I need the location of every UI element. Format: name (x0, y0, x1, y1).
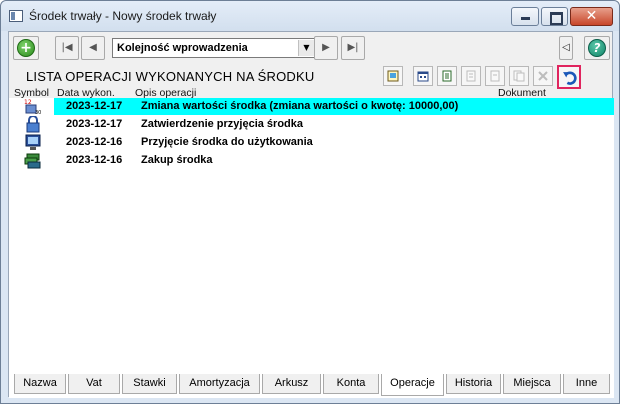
previous-record-button[interactable]: ◀ (81, 36, 105, 60)
document-add-icon (442, 70, 452, 82)
copy-operation-button[interactable] (509, 66, 529, 86)
delete-operation-button[interactable] (533, 66, 553, 86)
sort-order-select[interactable]: Kolejność wprowadzenia ▼ (112, 38, 316, 58)
document-copy-icon (513, 70, 525, 82)
close-button[interactable]: ✕ (570, 7, 613, 26)
maximize-button[interactable] (541, 7, 568, 26)
monitor-icon (25, 134, 41, 150)
tab-nazwa[interactable]: Nazwa (14, 374, 66, 394)
window-icon (9, 10, 23, 22)
plus-icon: + (17, 39, 35, 57)
sort-order-value: Kolejność wprowadzenia (117, 42, 248, 54)
tab-historia[interactable]: Historia (446, 374, 501, 394)
lock-icon (26, 116, 40, 133)
list-item[interactable]: 2023-12-16 Przyjęcie środka do użytkowan… (25, 134, 614, 151)
undo-operation-button[interactable] (557, 65, 581, 89)
document-edit-icon (466, 70, 476, 82)
preview-icon (387, 70, 399, 82)
operation-description: Przyjęcie środka do użytkowania (141, 136, 313, 148)
view-operation-button[interactable] (485, 66, 505, 86)
window: Środek trwały - Nowy środek trwały ✕ + |… (0, 0, 620, 404)
chevron-down-icon[interactable]: ▼ (298, 40, 314, 56)
tab-amortyzacja[interactable]: Amortyzacja (179, 374, 260, 394)
value-change-icon: 1230 (24, 99, 41, 115)
triangle-left-icon: ◁ (562, 42, 570, 53)
operation-description: Zmiana wartości środka (zmiana wartości … (141, 100, 459, 112)
collapse-button[interactable]: ◁ (559, 36, 573, 60)
preview-operation-button[interactable] (383, 66, 403, 86)
operation-date: 2023-12-16 (66, 154, 123, 166)
tab-vat[interactable]: Vat (68, 374, 120, 394)
client-area: + |◀ ◀ Kolejność wprowadzenia ▼ ▶ ▶| ◁ ?… (8, 31, 614, 398)
add-operation-button[interactable] (437, 66, 457, 86)
calendar-icon (417, 71, 429, 82)
window-title: Środek trwały - Nowy środek trwały (29, 9, 217, 23)
first-record-button[interactable]: |◀ (55, 36, 79, 60)
document-view-icon (490, 70, 500, 82)
svg-text:30: 30 (35, 110, 41, 115)
money-icon (24, 153, 41, 169)
minimize-button[interactable] (511, 7, 539, 26)
help-button[interactable]: ? (584, 36, 610, 60)
operation-description: Zatwierdzenie przyjęcia środka (141, 118, 304, 130)
close-icon: ✕ (585, 8, 598, 24)
title-bar[interactable]: Środek trwały - Nowy środek trwały ✕ (1, 1, 619, 31)
tab-konta[interactable]: Konta (323, 374, 379, 394)
list-item[interactable]: 12 30 2023-12-17 Zmiana wartości środka (… (24, 98, 614, 115)
operation-description: Zakup środka (141, 154, 213, 166)
list-item[interactable]: 2023-12-16 Zakup środka (24, 152, 614, 169)
tab-arkusz[interactable]: Arkusz (262, 374, 321, 394)
calendar-operation-button[interactable] (413, 66, 433, 86)
list-item[interactable]: 2023-12-17 Zatwierdzenie przyjęcia środk… (26, 116, 614, 133)
operation-date: 2023-12-17 (66, 100, 123, 112)
delete-icon (538, 71, 548, 81)
section-title: LISTA OPERACJI WYKONANYCH NA ŚRODKU (26, 69, 315, 84)
last-icon: ▶| (347, 42, 359, 53)
tab-stawki[interactable]: Stawki (122, 374, 177, 394)
previous-icon: ◀ (89, 42, 97, 53)
operation-date: 2023-12-16 (66, 136, 123, 148)
next-record-button[interactable]: ▶ (314, 36, 338, 60)
next-icon: ▶ (322, 42, 330, 53)
last-record-button[interactable]: ▶| (341, 36, 365, 60)
tab-inne[interactable]: Inne (563, 374, 610, 394)
tab-operacje[interactable]: Operacje (381, 374, 444, 396)
add-button[interactable]: + (13, 36, 39, 60)
tab-miejsca[interactable]: Miejsca (503, 374, 561, 394)
first-icon: |◀ (61, 42, 73, 53)
edit-operation-button[interactable] (461, 66, 481, 86)
help-icon: ? (588, 39, 606, 57)
tab-bar: Nazwa Vat Stawki Amortyzacja Arkusz Kont… (14, 374, 611, 396)
operation-date: 2023-12-17 (66, 118, 123, 130)
undo-icon (563, 71, 577, 85)
